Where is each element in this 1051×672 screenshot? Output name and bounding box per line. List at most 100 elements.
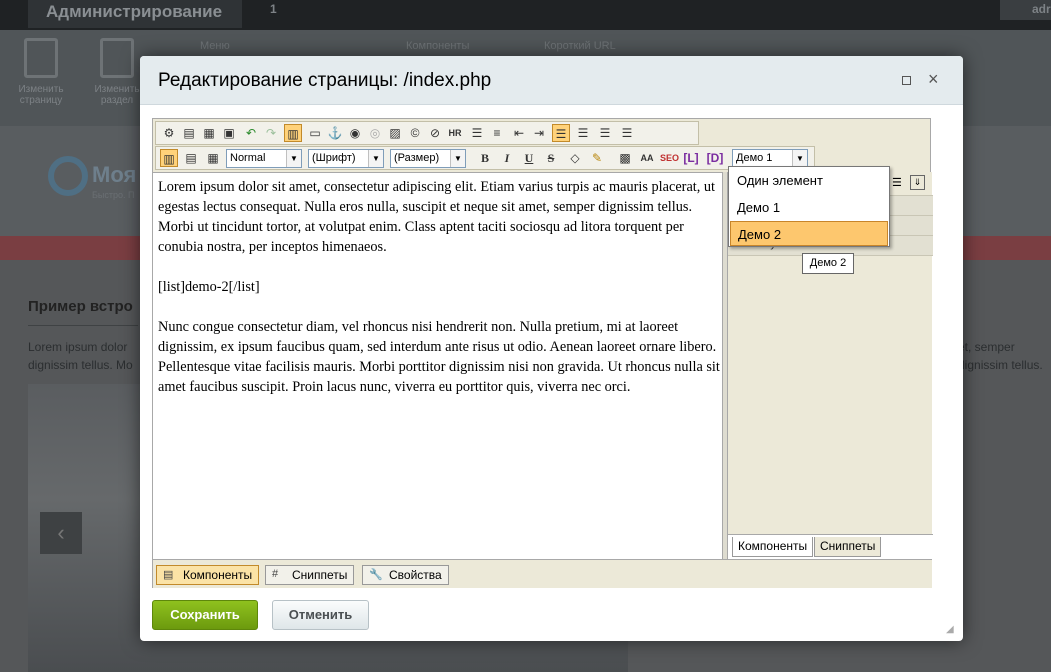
edit-section-label: Изменить раздел	[94, 84, 140, 106]
unordered-list-icon[interactable]: ≡	[488, 124, 506, 142]
seo-icon[interactable]: SEO	[660, 149, 679, 167]
save-button[interactable]: Сохранить	[152, 600, 258, 630]
title-divider	[28, 325, 138, 326]
eraser-icon[interactable]: ◇	[566, 149, 584, 167]
paragraph: [list]demo-2[/list]	[158, 279, 260, 295]
tab-label: Свойства	[389, 568, 442, 582]
toolbar-row-1: ⚙ ▤ ▦ ▣ ↶ ↷ ▥ ▭ ⚓ ◉ ◎ ▨ © ⊘ HR ☰ ≡ ⇤ ⇥ ☰…	[155, 121, 699, 145]
paragraph: Nunc congue consectetur diam, vel rhoncu…	[158, 319, 720, 395]
dropdown-item-demo-2[interactable]: Демо 2	[730, 221, 888, 246]
cancel-button[interactable]: Отменить	[272, 600, 369, 630]
redo-icon[interactable]: ↷	[262, 124, 280, 142]
font-select[interactable]: (Шрифт) ▼	[308, 149, 384, 168]
underline-button[interactable]: U	[520, 149, 538, 167]
ordered-list-icon[interactable]: ☰	[468, 124, 486, 142]
template-dropdown-list: Один элемент Демо 1 Демо 2	[728, 166, 890, 247]
italic-button[interactable]: I	[498, 149, 516, 167]
section-text-left: Lorem ipsum dolor dignissim tellus. Mo	[28, 340, 133, 372]
folder-icon	[100, 38, 134, 78]
size-select-value: (Размер)	[394, 152, 440, 164]
editor-content[interactable]: Lorem ipsum dolor sit amet, consectetur …	[153, 172, 723, 559]
paragraph: Lorem ipsum dolor sit amet, consectetur …	[158, 179, 716, 255]
demo-snippet-icon[interactable]: [D]	[706, 149, 724, 167]
menu-dropdown[interactable]: Меню	[200, 40, 230, 52]
tooltip: Демо 2	[802, 253, 854, 274]
components-dropdown[interactable]: Компоненты	[406, 40, 469, 52]
show-borders-icon[interactable]: ▥	[284, 124, 302, 142]
paste-text-icon[interactable]: ▦	[200, 124, 218, 142]
code-mode-icon[interactable]: ▤	[182, 149, 200, 167]
settings-icon[interactable]: ⚙	[160, 124, 178, 142]
table-icon[interactable]: ▭	[306, 124, 324, 142]
chevron-down-icon: ▼	[286, 150, 301, 167]
horizontal-rule-icon[interactable]: HR	[446, 124, 464, 142]
font-select-value: (Шрифт)	[312, 152, 356, 164]
split-mode-icon[interactable]: ▦	[204, 149, 222, 167]
dialog-header: Редактирование страницы: /index.php ×	[140, 56, 963, 105]
edit-page-label: Изменить страницу	[18, 84, 64, 106]
tab-snippets-bottom[interactable]: # Сниппеты	[265, 565, 355, 585]
brush-icon[interactable]: ✎	[588, 149, 606, 167]
anchor-icon[interactable]: ⚓	[326, 124, 344, 142]
maximize-icon[interactable]	[902, 76, 911, 85]
dropdown-item-single[interactable]: Один элемент	[730, 168, 888, 193]
edit-page-icon	[24, 38, 58, 78]
edit-page-dialog: Редактирование страницы: /index.php × ⚙ …	[140, 56, 963, 641]
chevron-down-icon: ▼	[368, 150, 383, 167]
indent-icon[interactable]: ⇥	[530, 124, 548, 142]
notifications-badge[interactable]: 1	[262, 0, 277, 20]
section-title: Пример встро	[28, 298, 133, 315]
tab-components-bottom[interactable]: ▤ Компоненты	[156, 565, 260, 585]
align-right-icon[interactable]: ☰	[596, 124, 614, 142]
list-snippet-icon[interactable]: [L]	[682, 149, 700, 167]
close-icon[interactable]: ×	[928, 69, 939, 90]
wysiwyg-mode-icon[interactable]: ▥	[160, 149, 178, 167]
site-slogan: Быстро. П	[92, 190, 135, 200]
link-icon[interactable]: ◉	[346, 124, 364, 142]
site-name: Моя	[92, 162, 137, 187]
style-select[interactable]: Normal ▼	[226, 149, 302, 168]
edit-page-button[interactable]: Изменить страницу	[6, 38, 76, 106]
dropdown-item-demo-1[interactable]: Демо 1	[730, 195, 888, 220]
style-select-value: Normal	[230, 152, 266, 164]
chevron-down-icon: ▼	[792, 150, 807, 167]
align-center-icon[interactable]: ☰	[574, 124, 592, 142]
undo-icon[interactable]: ↶	[242, 124, 260, 142]
list-view-icon[interactable]: ☰	[892, 176, 902, 189]
tab-components[interactable]: Компоненты	[732, 537, 814, 557]
align-left-icon[interactable]: ☰	[552, 124, 570, 142]
admin-tab[interactable]: Администрирование	[28, 0, 242, 28]
bold-button[interactable]: B	[476, 149, 494, 167]
chevron-down-icon: ▼	[450, 150, 465, 167]
image-icon[interactable]: ▨	[386, 124, 404, 142]
tab-label: Сниппеты	[292, 568, 348, 582]
dialog-title: Редактирование страницы: /index.php	[158, 70, 492, 91]
paste-word-icon[interactable]: ▤	[180, 124, 198, 142]
panel-tabs: Компоненты Сниппеты	[728, 534, 933, 559]
site-logo-icon	[48, 156, 88, 196]
download-icon[interactable]: ⇓	[910, 175, 925, 190]
user-menu[interactable]: adr	[1000, 0, 1051, 20]
template-select-value: Демо 1	[736, 152, 773, 164]
tab-properties-bottom[interactable]: 🔧 Свойства	[362, 565, 449, 585]
tab-snippets[interactable]: Сниппеты	[814, 537, 882, 557]
wrench-icon: 🔧	[369, 569, 383, 581]
unlink-icon[interactable]: ◎	[366, 124, 384, 142]
spellcheck-icon[interactable]: ▩	[616, 149, 634, 167]
toolbar-row-2: ▥ ▤ ▦ Normal ▼ (Шрифт) ▼ (Размер) ▼ B I U S…	[155, 146, 815, 170]
flash-icon[interactable]: ⊘	[426, 124, 444, 142]
strikethrough-button[interactable]: S	[542, 149, 560, 167]
align-justify-icon[interactable]: ☰	[618, 124, 636, 142]
resize-handle-icon[interactable]: ◢	[946, 624, 958, 636]
tab-label: Компоненты	[183, 568, 253, 582]
clean-icon[interactable]: ▣	[220, 124, 238, 142]
components-icon: ▤	[163, 569, 174, 581]
outdent-icon[interactable]: ⇤	[510, 124, 528, 142]
slider-prev-button[interactable]: ‹	[40, 512, 82, 554]
short-url-dropdown[interactable]: Короткий URL	[544, 40, 616, 52]
size-select[interactable]: (Размер) ▼	[390, 149, 466, 168]
editor-bottom-tabs: ▤ Компоненты # Сниппеты 🔧 Свойства	[153, 559, 932, 588]
typograph-icon[interactable]: AA	[638, 149, 656, 167]
section-text-right: et, semper dignissim tellus.	[958, 340, 1043, 372]
special-char-icon[interactable]: ©	[406, 124, 424, 142]
